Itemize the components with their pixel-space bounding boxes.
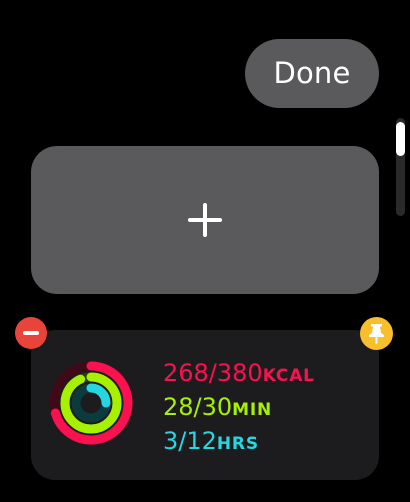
minus-icon — [23, 331, 39, 335]
pin-widget-button[interactable] — [360, 317, 393, 350]
move-unit: KCAL — [262, 366, 315, 386]
scroll-thumb[interactable] — [396, 122, 405, 156]
plus-icon — [188, 203, 222, 237]
exercise-value: 28/30 — [163, 393, 233, 421]
done-button[interactable]: Done — [245, 39, 379, 108]
exercise-stat: 28/30MIN — [163, 390, 373, 424]
stand-stat: 3/12HRS — [163, 424, 373, 458]
activity-stats: 268/380KCAL 28/30MIN 3/12HRS — [163, 356, 373, 458]
remove-widget-button[interactable] — [15, 317, 47, 349]
move-stat: 268/380KCAL — [163, 356, 373, 390]
stand-value: 3/12 — [163, 427, 217, 455]
stand-unit: HRS — [216, 434, 259, 454]
exercise-unit: MIN — [232, 400, 273, 420]
watch-screen: Done 268/380KCAL 28/30MIN 3/12HRS — [0, 0, 410, 502]
move-value: 268/380 — [163, 359, 263, 387]
activity-widget[interactable]: 268/380KCAL 28/30MIN 3/12HRS — [31, 330, 379, 480]
activity-rings — [49, 361, 133, 445]
pin-icon — [369, 324, 384, 344]
add-widget-button[interactable] — [31, 146, 379, 294]
scroll-indicator[interactable] — [396, 118, 405, 216]
